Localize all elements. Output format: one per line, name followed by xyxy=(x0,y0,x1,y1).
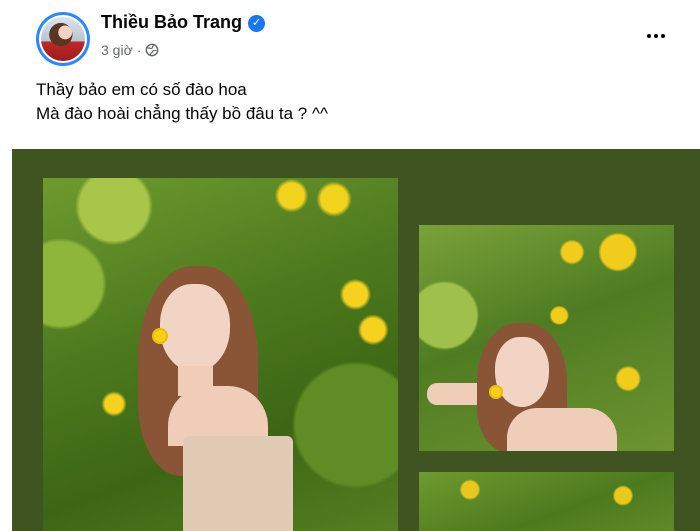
meta-separator: · xyxy=(136,42,142,58)
author-name[interactable]: Thiều Bảo Trang xyxy=(101,12,242,32)
flower-in-hair xyxy=(489,385,503,399)
photo-secondary[interactable] xyxy=(419,225,674,451)
more-dot-icon xyxy=(647,34,651,38)
post-text: Thầy bảo em có số đào hoa Mà đào hoài ch… xyxy=(36,78,328,126)
verified-badge-icon: ✓ xyxy=(248,15,266,32)
photo-third[interactable] xyxy=(419,472,674,531)
post-text-line: Mà đào hoài chẳng thấy bồ đâu ta ? ^^ xyxy=(36,104,328,123)
person-figure xyxy=(138,266,318,531)
more-options-button[interactable] xyxy=(640,22,672,50)
post-time[interactable]: 3 giờ xyxy=(101,42,133,58)
more-dot-icon xyxy=(661,34,665,38)
post-header: Thiều Bảo Trang ✓ 3 giờ · xyxy=(0,0,700,66)
photo-main[interactable] xyxy=(43,178,398,531)
avatar-frame xyxy=(39,15,87,63)
post-meta: 3 giờ · xyxy=(101,42,159,58)
more-dot-icon xyxy=(654,34,658,38)
author-avatar[interactable] xyxy=(36,12,90,66)
person-figure xyxy=(427,323,627,451)
avatar-image xyxy=(41,17,85,61)
post-text-line: Thầy bảo em có số đào hoa xyxy=(36,80,247,99)
globe-icon[interactable] xyxy=(145,43,159,57)
author-name-row: Thiều Bảo Trang ✓ xyxy=(101,12,266,33)
flower-in-hair xyxy=(152,328,168,344)
